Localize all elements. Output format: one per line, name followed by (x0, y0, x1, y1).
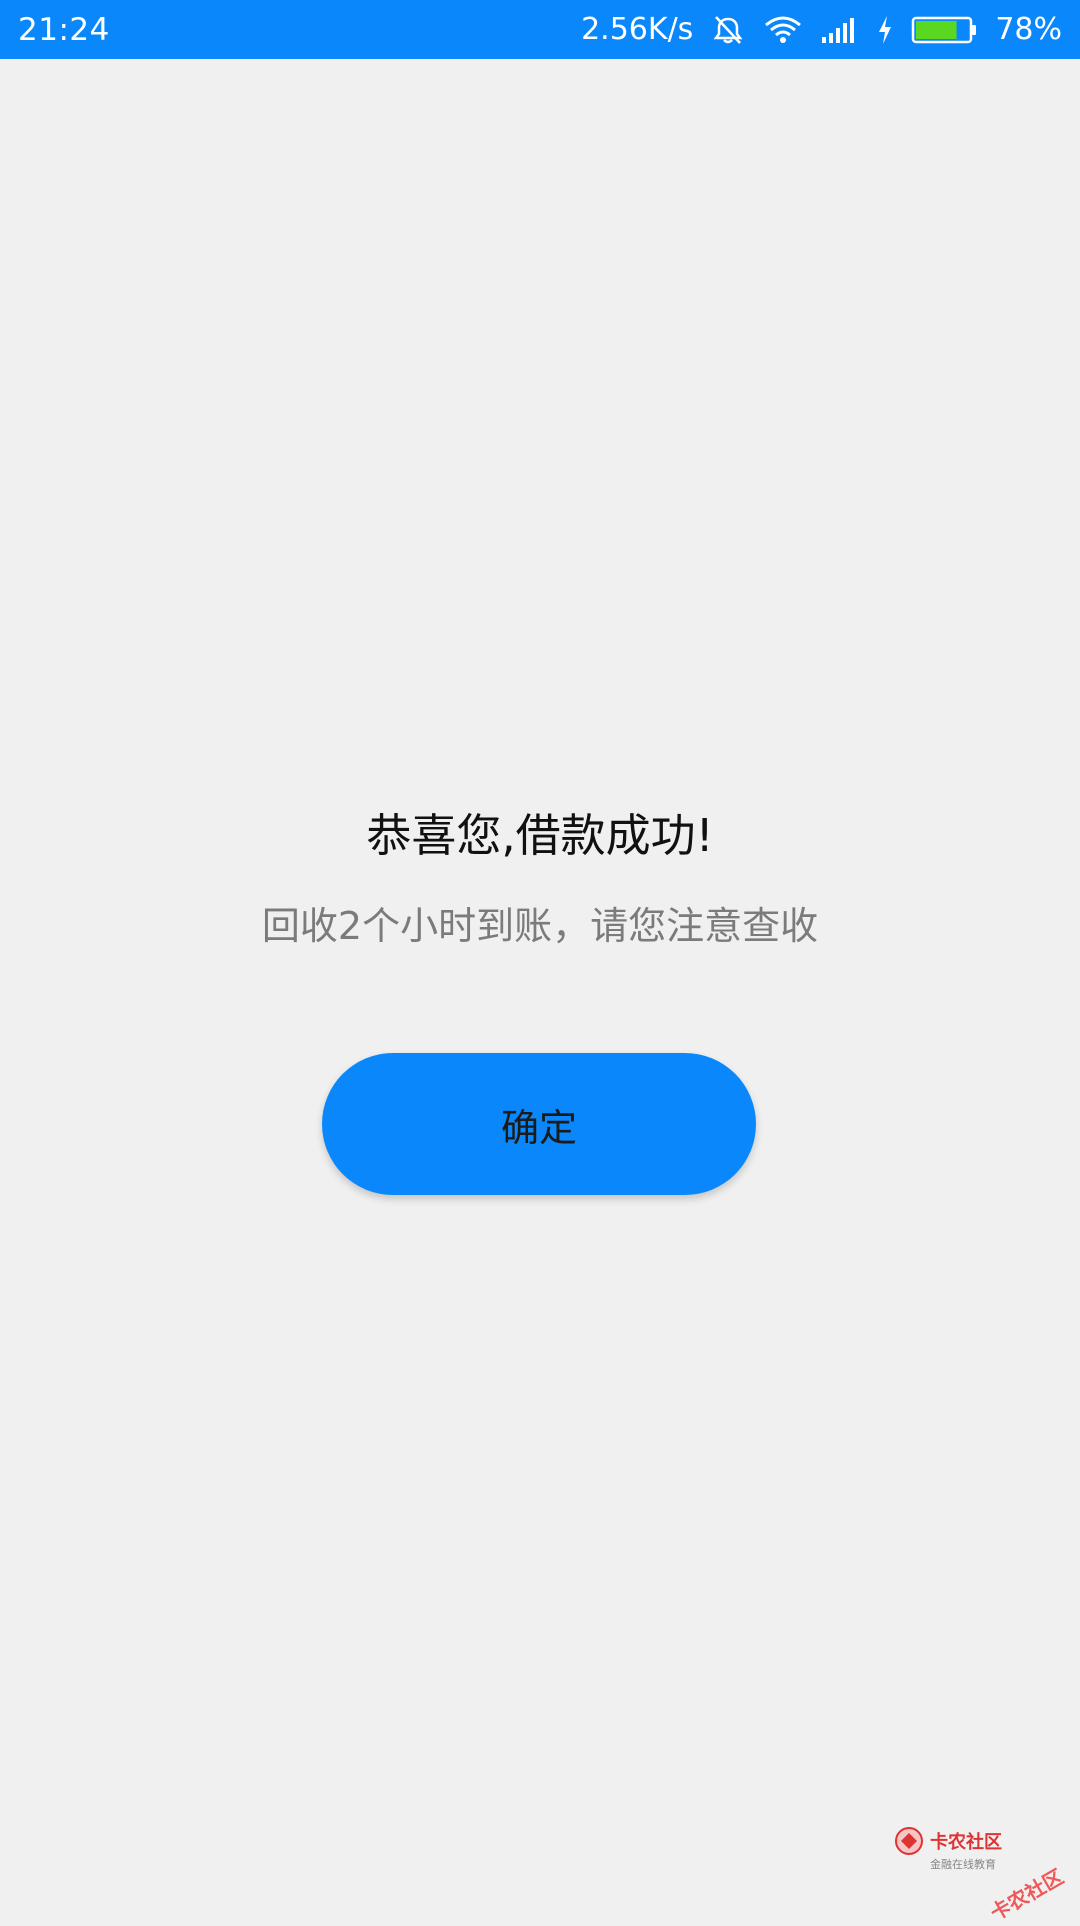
main-content: 恭喜您,借款成功! 回收2个小时到账，请您注意查收 确定 (0, 59, 1080, 1920)
battery-icon (911, 15, 977, 45)
wifi-icon (763, 13, 803, 47)
kanong-logo-icon (894, 1826, 924, 1856)
status-time: 21:24 (18, 11, 110, 48)
confirm-button[interactable]: 确定 (322, 1053, 756, 1195)
status-bar: 21:24 2.56K/s 78% (0, 0, 1080, 59)
status-right: 2.56K/s 78% (581, 12, 1062, 47)
success-title: 恭喜您,借款成功! (366, 809, 714, 862)
signal-icon (821, 15, 859, 45)
alarm-off-icon (711, 13, 745, 47)
watermark-brand: 卡农社区 (930, 1832, 1002, 1853)
battery-percent: 78% (995, 12, 1062, 47)
watermark-main: 卡农社区 (894, 1826, 1002, 1856)
watermark-slogan: 金融在线教育 (930, 1858, 996, 1871)
success-subtitle: 回收2个小时到账，请您注意查收 (261, 904, 819, 948)
network-speed: 2.56K/s (581, 12, 694, 47)
watermark: 卡农社区 金融在线教育 卡农社区 (894, 1826, 1067, 1925)
charging-icon (877, 15, 893, 45)
